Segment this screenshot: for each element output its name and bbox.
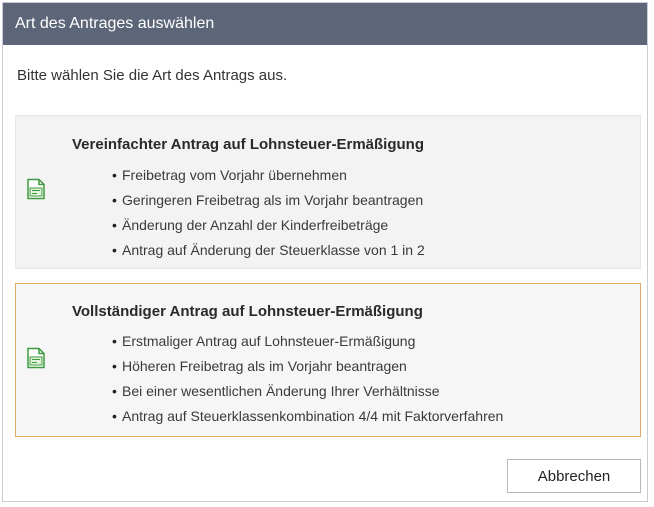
- list-item: Bei einer wesentlichen Änderung Ihrer Ve…: [112, 379, 503, 404]
- list-item: Antrag auf Änderung der Steuerklasse von…: [112, 238, 425, 263]
- option-title: Vollständiger Antrag auf Lohnsteuer-Ermä…: [72, 303, 423, 320]
- document-form-icon: [26, 178, 46, 200]
- dialog-window: Art des Antrages auswählen Bitte wählen …: [2, 2, 648, 502]
- list-item: Geringeren Freibetrag als im Vorjahr bea…: [112, 188, 425, 213]
- dialog-title: Art des Antrages auswählen: [15, 15, 215, 32]
- title-bar[interactable]: Art des Antrages auswählen: [3, 3, 647, 45]
- list-item: Freibetrag vom Vorjahr übernehmen: [112, 163, 425, 188]
- option-feature-list: Freibetrag vom Vorjahr übernehmen Gering…: [112, 163, 425, 263]
- list-item: Höheren Freibetrag als im Vorjahr beantr…: [112, 354, 503, 379]
- option-feature-list: Erstmaliger Antrag auf Lohnsteuer-Ermäßi…: [112, 329, 503, 429]
- option-title: Vereinfachter Antrag auf Lohnsteuer-Ermä…: [72, 136, 424, 153]
- document-form-icon: [26, 347, 46, 369]
- option-full-application[interactable]: Vollständiger Antrag auf Lohnsteuer-Ermä…: [15, 283, 641, 437]
- list-item: Erstmaliger Antrag auf Lohnsteuer-Ermäßi…: [112, 329, 503, 354]
- cancel-button[interactable]: Abbrechen: [507, 459, 641, 493]
- option-simplified-application[interactable]: Vereinfachter Antrag auf Lohnsteuer-Ermä…: [15, 115, 641, 269]
- instruction-text: Bitte wählen Sie die Art des Antrags aus…: [17, 67, 288, 84]
- list-item: Änderung der Anzahl der Kinderfreibeträg…: [112, 213, 425, 238]
- list-item: Antrag auf Steuerklassenkombination 4/4 …: [112, 404, 503, 429]
